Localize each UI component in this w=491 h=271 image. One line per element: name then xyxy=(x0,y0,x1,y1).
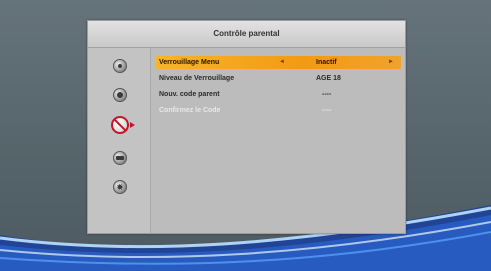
row-label: Verrouillage Menu xyxy=(159,59,220,66)
row-label: Confirmez le Code xyxy=(159,107,221,114)
tv-icon[interactable] xyxy=(113,151,127,165)
arrow-right-icon[interactable]: ► xyxy=(388,56,394,69)
row-value: ---- xyxy=(322,91,332,98)
row-value: ---- xyxy=(322,107,332,114)
row-value: AGE 18 xyxy=(316,75,341,82)
row-nouv-code-parent[interactable]: Nouv. code parent ---- xyxy=(156,88,401,101)
row-niveau-de-verrouillage[interactable]: Niveau de Verrouillage AGE 18 xyxy=(156,72,401,85)
parental-control-panel: Contrôle parental Verrouillage Menu ◄ In… xyxy=(87,20,406,234)
row-label: Niveau de Verrouillage xyxy=(159,75,235,82)
side-menu xyxy=(88,48,151,233)
row-value: Inactif xyxy=(316,59,337,66)
parental-lock-icon[interactable] xyxy=(111,116,129,134)
panel-title: Contrôle parental xyxy=(88,21,405,48)
row-confirmez-le-code: Confirmez le Code ---- xyxy=(156,104,401,117)
row-label: Nouv. code parent xyxy=(159,91,220,98)
settings-list: Verrouillage Menu ◄ Inactif ► Niveau de … xyxy=(156,56,401,120)
disc-icon[interactable] xyxy=(113,59,127,73)
target-icon[interactable] xyxy=(113,88,127,102)
row-verrouillage-menu[interactable]: Verrouillage Menu ◄ Inactif ► xyxy=(156,56,401,69)
active-item-arrow-icon xyxy=(130,122,135,128)
settings-gear-icon[interactable] xyxy=(113,180,127,194)
arrow-left-icon[interactable]: ◄ xyxy=(279,56,285,69)
